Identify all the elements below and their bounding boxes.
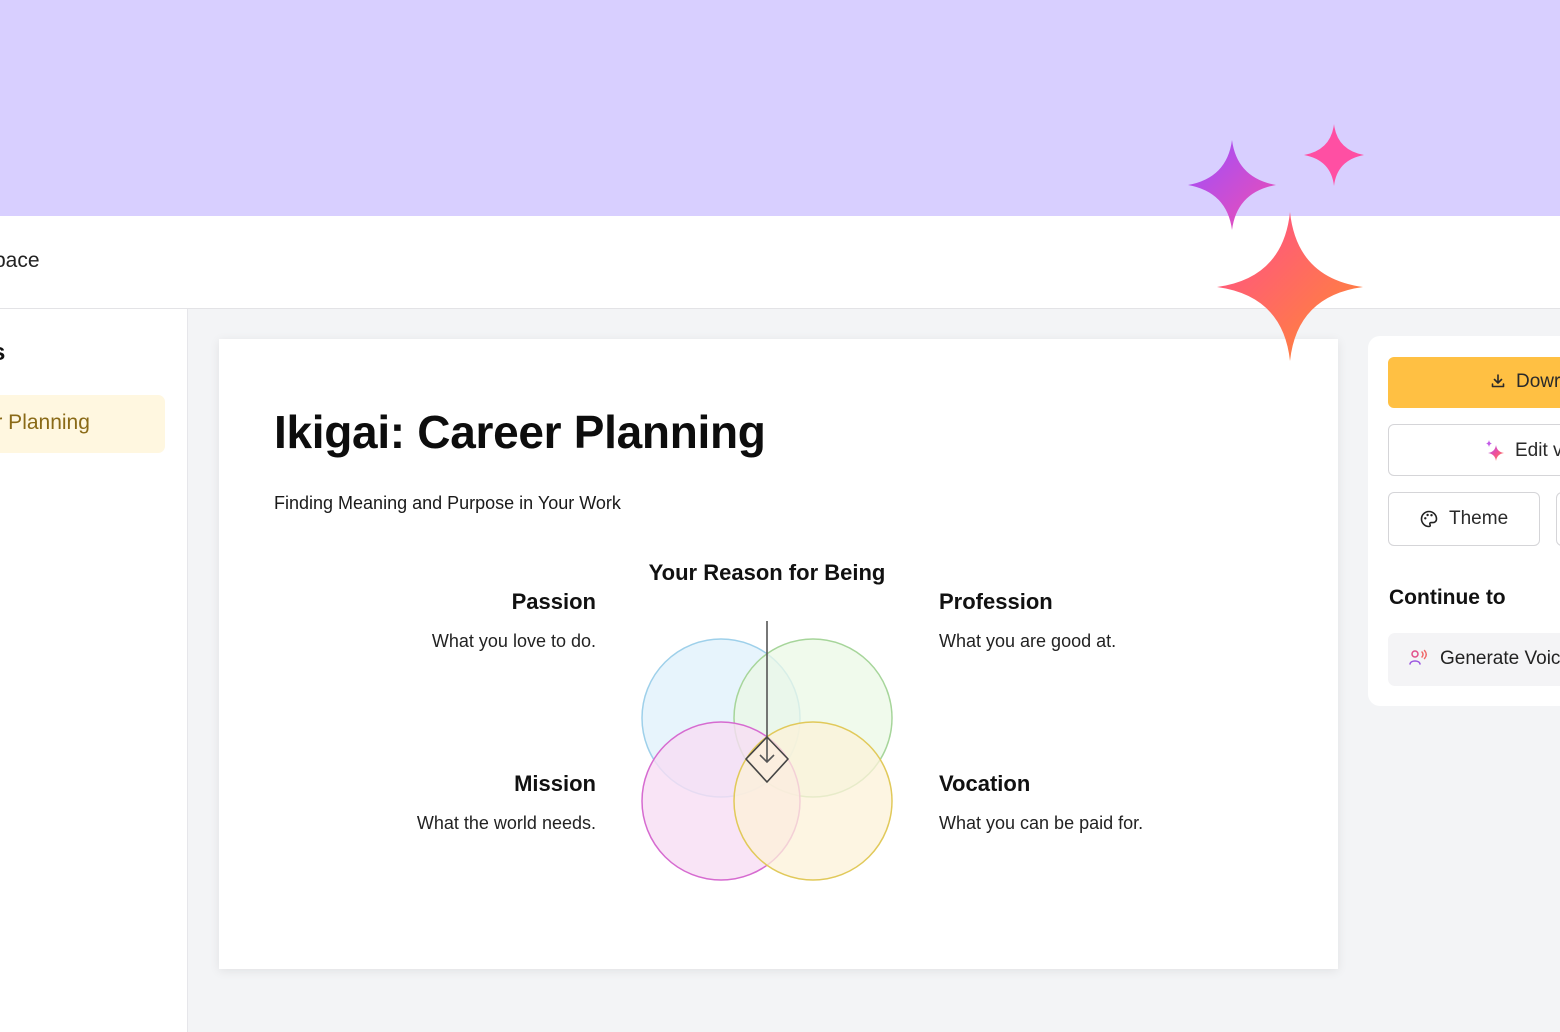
- vocation-title: Vocation: [939, 771, 1031, 796]
- header-bar: pace: [0, 216, 1560, 309]
- slide-title: Ikigai: Career Planning: [274, 406, 766, 458]
- continue-to-heading: Continue to: [1389, 586, 1506, 609]
- workspace-title: pace: [0, 249, 40, 272]
- voice-icon: [1409, 649, 1427, 665]
- diagram-title-text: Your Reason for Being: [648, 560, 886, 585]
- secondary-option-button[interactable]: [1556, 492, 1560, 546]
- ikigai-venn-diagram: [641, 621, 893, 881]
- edit-with-ai-button[interactable]: Edit v: [1388, 424, 1560, 476]
- theme-button[interactable]: Theme: [1388, 492, 1540, 546]
- passion-description: What you love to do.: [431, 631, 596, 651]
- right-action-panel: Dowr Edit v Theme Continue to Generate V…: [1368, 336, 1560, 706]
- download-icon: [1491, 374, 1505, 388]
- vocation-description: What you can be paid for.: [939, 813, 1144, 833]
- edit-with-ai-label: Edit v: [1515, 440, 1560, 461]
- slide-canvas[interactable]: Ikigai: Career Planning Finding Meaning …: [219, 339, 1338, 969]
- sparkle-icon: [1486, 440, 1504, 461]
- top-banner: [0, 0, 1560, 216]
- sidebar-heading: s: [0, 339, 5, 367]
- passion-title: Passion: [511, 589, 596, 614]
- mission-description: What the world needs.: [416, 813, 596, 833]
- sidebar-item-label: eer Planning: [0, 411, 90, 434]
- mission-title: Mission: [514, 771, 596, 796]
- sidebar-item-career-planning[interactable]: eer Planning: [0, 395, 165, 453]
- slide-subtitle: Finding Meaning and Purpose in Your Work: [274, 493, 621, 513]
- sidebar: s eer Planning: [0, 309, 188, 1032]
- generate-voice-button[interactable]: Generate Voic: [1388, 633, 1560, 686]
- download-button[interactable]: Dowr: [1388, 357, 1560, 408]
- profession-title: Profession: [939, 589, 1053, 614]
- profession-description: What you are good at.: [939, 631, 1117, 651]
- download-button-label: Dowr: [1516, 371, 1560, 392]
- palette-icon: [1420, 510, 1438, 528]
- generate-voice-label: Generate Voic: [1440, 648, 1560, 669]
- theme-button-label: Theme: [1449, 508, 1509, 529]
